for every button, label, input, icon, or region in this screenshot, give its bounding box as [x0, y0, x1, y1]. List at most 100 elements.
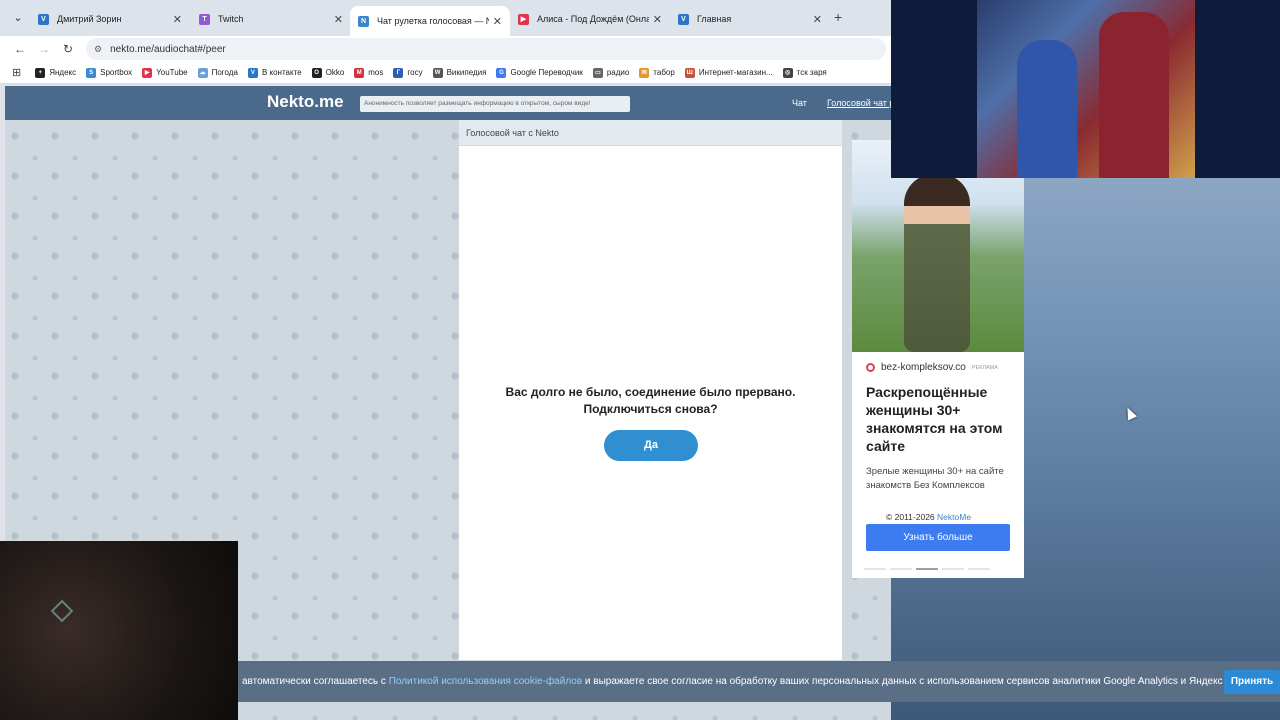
browser-toolbar: ← → ↻ ⚙ nekto.me/audiochat#/peer [0, 36, 891, 62]
bookmark-wikipedia[interactable]: W Википедия [432, 67, 487, 78]
yandex-icon: + [35, 67, 46, 78]
bookmark-tabor[interactable]: ✉ табор [639, 67, 675, 78]
bookmark-label: Яндекс [49, 68, 77, 77]
vk-icon: V [678, 13, 689, 25]
reconnect-message-line1: Вас долго не было, соединение было прерв… [505, 385, 796, 399]
bookmark-gosu[interactable]: Ггосу [393, 67, 423, 78]
address-bar[interactable]: ⚙ nekto.me/audiochat#/peer [86, 38, 886, 60]
copyright: © 2011-2026 NektoMe [886, 512, 971, 522]
tab-title: Главная [697, 14, 732, 24]
bookmark-label: В контакте [261, 68, 302, 77]
youtube-icon: ▶ [142, 67, 153, 78]
bookmark-label: радио [606, 68, 630, 77]
bookmark-label: YouTube [156, 68, 188, 77]
tab-search-chevron-icon[interactable]: ⌄ [8, 8, 28, 28]
sportbox-icon: S [86, 67, 97, 78]
copyright-text: © 2011-2026 [886, 512, 935, 522]
tab-glavnaya[interactable]: V Главная ✕ [670, 6, 830, 32]
bookmark-label: Погода [211, 68, 238, 77]
bookmark-vkontakte[interactable]: VВ контакте [247, 67, 302, 78]
ad-domain: bez-kompleksov.co [881, 362, 966, 373]
chat-header: Голосовой чат с Nekto [459, 120, 842, 146]
tab-nekto-active[interactable]: N Чат рулетка голосовая — Nekto ✕ [350, 6, 510, 36]
twitch-icon: T [199, 13, 210, 25]
nav-voice-chat-link[interactable]: Голосовой чат р [827, 98, 894, 108]
cookie-accept-button[interactable]: Принять [1224, 670, 1280, 694]
bookmark-label: тск заря [796, 68, 827, 77]
wikipedia-icon: W [432, 67, 443, 78]
site-logo[interactable]: Nekto.me [267, 92, 344, 112]
ad-text: Зрелые женщины 30+ на сайте знакомств Бе… [866, 466, 1004, 491]
reconnect-message: Вас долго не было, соединение было прерв… [459, 384, 842, 418]
close-icon[interactable]: ✕ [334, 13, 343, 26]
close-icon[interactable]: ✕ [173, 13, 182, 26]
ad-dot[interactable] [864, 568, 886, 570]
bookmark-label: госу [407, 68, 423, 77]
bookmark-label: Интернет-магазин... [698, 68, 773, 77]
vk-icon: V [247, 67, 258, 78]
copyright-link[interactable]: NektoMe [937, 512, 971, 522]
reconnect-message-line2: Подключиться снова? [583, 402, 718, 416]
url-text: nekto.me/audiochat#/peer [110, 43, 226, 55]
bookmark-okko[interactable]: O Okko [311, 67, 344, 78]
bookmark-google-translate[interactable]: G Google Переводчик [496, 67, 583, 78]
tab-dmitry-zorin[interactable]: V Дмитрий Зорин ✕ [30, 6, 190, 32]
bookmark-shop[interactable]: Ш Интернет-магазин... [684, 67, 773, 78]
ad-dot[interactable] [968, 568, 990, 570]
ad-learn-more-button[interactable]: Узнать больше [866, 524, 1010, 551]
tab-alisa-youtube[interactable]: ▶ Алиса - Под Дождём (Онлайн ✕ [510, 6, 670, 32]
close-icon[interactable]: ✕ [493, 15, 502, 28]
tab-title: Дмитрий Зорин [57, 14, 122, 24]
back-arrow-icon[interactable]: ← [8, 42, 32, 56]
site-info-icon[interactable]: ⚙ [94, 44, 102, 55]
tab-strip: ⌄ V Дмитрий Зорин ✕ T Twitch ✕ N Чат рул… [0, 0, 891, 36]
new-tab-button[interactable]: + [834, 9, 842, 25]
mail-icon: ✉ [639, 67, 650, 78]
translate-icon: G [496, 67, 507, 78]
cookie-text-before: автоматически соглашаетесь с [242, 676, 386, 687]
cookie-policy-link[interactable]: Политикой использования cookie-файлов [389, 676, 582, 687]
performer-figure [1099, 12, 1169, 178]
bookmark-label: Википедия [446, 68, 487, 77]
reload-icon[interactable]: ↻ [56, 42, 80, 56]
tab-title: Twitch [218, 14, 244, 24]
ad-dot[interactable] [942, 568, 964, 570]
site-header: Nekto.me Анонимность позволяет размещать… [5, 86, 894, 120]
reconnect-yes-button[interactable]: Да [604, 430, 698, 461]
ad-dot-active[interactable] [916, 568, 938, 570]
performer-figure [1017, 40, 1077, 178]
bookmark-weather[interactable]: ☁ Погода [197, 67, 238, 78]
ad-brand-icon [866, 363, 875, 372]
bookmark-mos[interactable]: Mmos [354, 67, 383, 78]
tab-title: Алиса - Под Дождём (Онлайн [537, 14, 649, 24]
bookmark-label: Sportbox [100, 68, 133, 77]
gosuslugi-icon: Г [393, 67, 404, 78]
forward-arrow-icon[interactable]: → [32, 42, 56, 56]
bookmark-tsk-zarya[interactable]: ◎ тск заря [782, 67, 827, 78]
nekto-icon: N [358, 15, 369, 27]
chat-panel: Голосовой чат с Nekto Вас долго не было,… [459, 120, 842, 660]
bookmark-sportbox[interactable]: S Sportbox [86, 67, 133, 78]
ad-domain-row: bez-kompleksov.co РЕКЛАМА [852, 352, 1024, 373]
tab-title: Чат рулетка голосовая — Nekto [377, 16, 489, 26]
close-icon[interactable]: ✕ [813, 13, 822, 26]
bookmark-yandex[interactable]: + Яндекс [35, 67, 77, 78]
bookmark-radio[interactable]: ▭ радио [592, 67, 630, 78]
close-icon[interactable]: ✕ [653, 13, 662, 26]
cookie-banner: автоматически соглашаетесь с Политикой и… [238, 661, 1280, 702]
mos-icon: M [354, 67, 365, 78]
cookie-text-after: и выражаете свое согласие на обработку в… [584, 676, 1268, 687]
vk-icon: V [38, 13, 49, 25]
tab-twitch[interactable]: T Twitch ✕ [191, 6, 351, 32]
chair-logo-icon [50, 599, 74, 623]
ad-dot[interactable] [890, 568, 912, 570]
weather-icon: ☁ [197, 67, 208, 78]
apps-grid-icon[interactable]: ⊞ [12, 66, 21, 79]
bookmark-youtube[interactable]: ▶ YouTube [142, 67, 188, 78]
bookmark-label: табор [653, 68, 675, 77]
ad-carousel-dots [864, 568, 990, 570]
nav-chat-link[interactable]: Чат [792, 98, 807, 108]
ad-title[interactable]: Раскрепощённые женщины 30+ знакомятся на… [852, 373, 1024, 455]
globe-icon: ◎ [782, 67, 793, 78]
stream-camera-overlay-top [891, 0, 1280, 178]
